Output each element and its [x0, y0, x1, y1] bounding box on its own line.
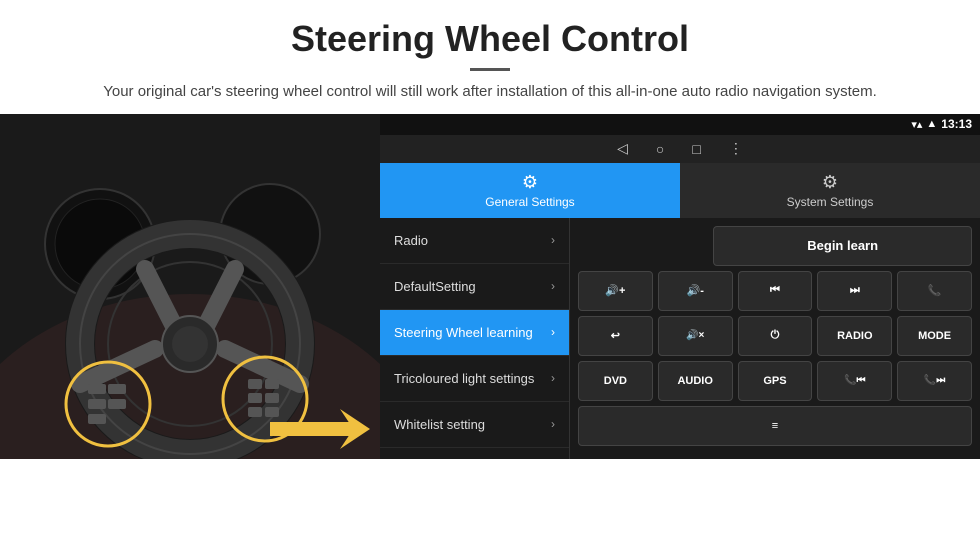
system-settings-icon: ⚙ — [822, 172, 838, 193]
settings-main: Radio › DefaultSetting › Steering Wheel … — [380, 218, 980, 459]
top-section: Steering Wheel Control Your original car… — [0, 0, 980, 114]
vol-down-button[interactable]: 🔊- — [658, 271, 733, 311]
menu-item-whitelist[interactable]: Whitelist setting › — [380, 402, 569, 448]
menu-item-steering-label: Steering Wheel learning — [394, 325, 533, 340]
back-button[interactable]: ↩ — [578, 316, 653, 356]
begin-learn-row: Begin learn — [578, 226, 972, 266]
page-title: Steering Wheel Control — [40, 18, 940, 60]
title-divider — [470, 68, 510, 71]
menu-item-tricoloured[interactable]: Tricoloured light settings › — [380, 356, 569, 402]
content-area: ▾▴ ▲ 13:13 ◁ ○ □ ⋮ ⚙ General Settings — [0, 114, 980, 459]
list-button[interactable]: ≡ — [578, 406, 972, 446]
page-subtitle: Your original car's steering wheel contr… — [40, 81, 940, 104]
signal-icon: ▲ — [926, 118, 937, 130]
extra-controls-row: ≡ — [578, 406, 972, 446]
menu-item-default-label: DefaultSetting — [394, 279, 476, 294]
android-screen: ▾▴ ▲ 13:13 ◁ ○ □ ⋮ ⚙ General Settings — [380, 114, 980, 459]
vol-up-button[interactable]: 🔊+ — [578, 271, 653, 311]
tab-system-label: System Settings — [787, 195, 874, 209]
menu-item-radio-chevron: › — [551, 233, 555, 247]
menu-item-radio[interactable]: Radio › — [380, 218, 569, 264]
function-controls-row: ↩ 🔊× ⏻ RADIO MODE — [578, 316, 972, 356]
tab-system[interactable]: ⚙ System Settings — [680, 163, 980, 218]
status-time: 13:13 — [941, 117, 972, 131]
status-icons: ▾▴ ▲ 13:13 — [911, 117, 972, 131]
menu-item-default[interactable]: DefaultSetting › — [380, 264, 569, 310]
menu-item-whitelist-label: Whitelist setting — [394, 417, 485, 432]
prev-track-button[interactable]: ⏮ — [738, 271, 813, 311]
settings-menu: Radio › DefaultSetting › Steering Wheel … — [380, 218, 570, 459]
next-track-button[interactable]: ⏭ — [817, 271, 892, 311]
radio-button[interactable]: RADIO — [817, 316, 892, 356]
menu-item-steering[interactable]: Steering Wheel learning › — [380, 310, 569, 356]
media-controls-row: 🔊+ 🔊- ⏮ ⏭ 📞 — [578, 271, 972, 311]
tab-general-label: General Settings — [485, 195, 574, 209]
audio-button[interactable]: AUDIO — [658, 361, 733, 401]
gps-button[interactable]: GPS — [738, 361, 813, 401]
steering-wheel-image — [0, 114, 380, 459]
status-bar: ▾▴ ▲ 13:13 — [380, 114, 980, 136]
phone-button[interactable]: 📞 — [897, 271, 972, 311]
menu-item-steering-chevron: › — [551, 325, 555, 339]
power-button[interactable]: ⏻ — [738, 316, 813, 356]
mute-button[interactable]: 🔊× — [658, 316, 733, 356]
home-nav-icon[interactable]: ○ — [656, 141, 664, 157]
menu-item-radio-label: Radio — [394, 233, 428, 248]
media-source-row: DVD AUDIO GPS 📞⏮ 📞⏭ — [578, 361, 972, 401]
back-nav-icon[interactable]: ◁ — [617, 140, 628, 157]
tab-general[interactable]: ⚙ General Settings — [380, 163, 680, 218]
menu-item-tricoloured-label: Tricoloured light settings — [394, 371, 534, 386]
begin-learn-button[interactable]: Begin learn — [713, 226, 972, 266]
dvd-button[interactable]: DVD — [578, 361, 653, 401]
menu-item-whitelist-chevron: › — [551, 417, 555, 431]
recent-nav-icon[interactable]: □ — [692, 141, 700, 157]
mode-button[interactable]: MODE — [897, 316, 972, 356]
call-next-button[interactable]: 📞⏭ — [897, 361, 972, 401]
nav-bar: ◁ ○ □ ⋮ — [380, 135, 980, 163]
menu-item-tricoloured-chevron: › — [551, 371, 555, 385]
wifi-icon: ▾▴ — [911, 118, 922, 131]
general-settings-icon: ⚙ — [522, 172, 538, 193]
menu-item-default-chevron: › — [551, 279, 555, 293]
settings-controls: Begin learn 🔊+ 🔊- ⏮ ⏭ 📞 ↩ 🔊× ⏻ — [570, 218, 980, 459]
spacer-btn-1 — [578, 226, 708, 266]
settings-tabs: ⚙ General Settings ⚙ System Settings — [380, 163, 980, 218]
call-prev-button[interactable]: 📞⏮ — [817, 361, 892, 401]
page-wrapper: Steering Wheel Control Your original car… — [0, 0, 980, 459]
menu-nav-icon[interactable]: ⋮ — [729, 140, 743, 157]
